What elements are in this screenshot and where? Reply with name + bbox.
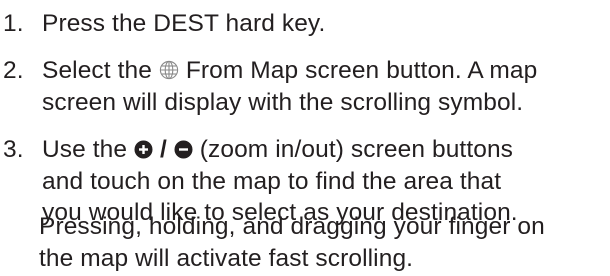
step-text-before-icon: Use the xyxy=(42,136,128,163)
step-number: 2. xyxy=(3,57,24,84)
note-paragraph: Pressing, holding, and dragging your fin… xyxy=(39,211,609,274)
step-text-line-1: Use the / (zoom in/out) screen buttons xyxy=(42,134,610,166)
step-text-before-icon: Select the xyxy=(42,57,152,84)
step-text-after-icon: From Map screen button. A map xyxy=(185,57,538,84)
step-text-line-2: screen will display with the scrolling s… xyxy=(42,88,524,116)
step-number: 1. xyxy=(3,10,24,37)
zoom-out-icon xyxy=(174,140,193,159)
step-number: 3. xyxy=(3,136,24,163)
globe-icon xyxy=(159,60,179,80)
step-text-after-icon: (zoom in/out) screen buttons xyxy=(199,136,514,163)
zoom-in-icon xyxy=(134,140,153,159)
step-text: Press the DEST hard key. xyxy=(42,10,326,37)
step-2: 2. Select the From Map screen button. A … xyxy=(0,55,610,118)
note-line-2: the map will activate fast scrolling. xyxy=(39,244,414,272)
step-text-line-2: and touch on the map to find the area th… xyxy=(42,167,502,195)
instruction-document: 1. Press the DEST hard key. 2. Select th… xyxy=(0,0,610,276)
step-text-line-1: Select the From Map screen button. A map xyxy=(42,55,610,87)
step-1: 1. Press the DEST hard key. xyxy=(0,8,610,40)
note-line-1: Pressing, holding, and dragging your fin… xyxy=(39,213,545,240)
zoom-separator: / xyxy=(159,136,167,163)
